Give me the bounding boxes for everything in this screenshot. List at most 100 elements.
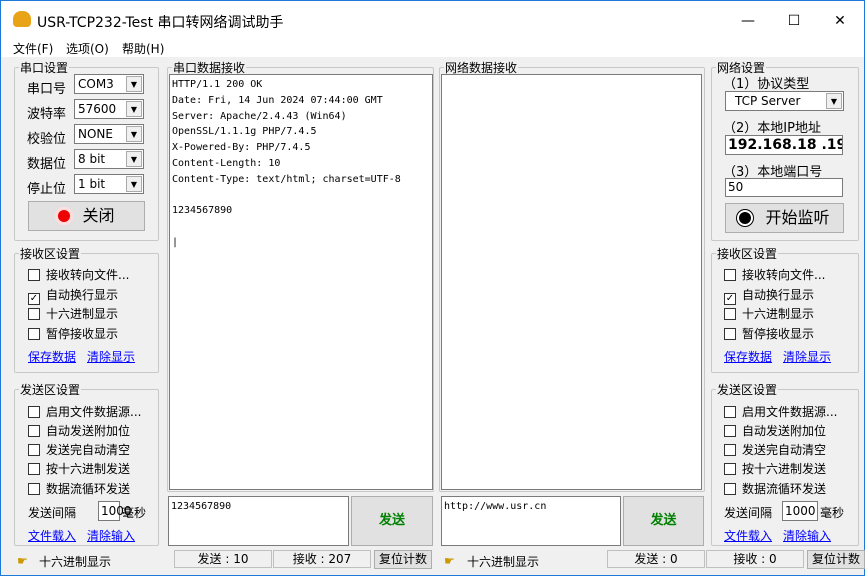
checkbox-pause-recv[interactable]: 暂停接收显示 <box>724 325 814 342</box>
checkbox-hex-display[interactable]: 十六进制显示 <box>724 305 814 322</box>
serial-send-input[interactable]: 1234567890 <box>168 496 349 546</box>
checkbox-hex-send[interactable]: 按十六进制发送 <box>28 460 130 477</box>
interval-label: 发送间隔 <box>28 506 77 520</box>
close-port-label: 关闭 <box>82 206 115 225</box>
menu-file[interactable]: 文件(F) <box>13 40 53 57</box>
ip-label: （2）本地IP地址 <box>723 121 821 136</box>
net-recv-textarea[interactable] <box>441 74 702 490</box>
hand-pointer-icon: ☛ <box>444 554 455 568</box>
checkbox-auto-wrap[interactable]: ✓ 自动换行显示 <box>724 286 814 305</box>
checkbox-hex-send[interactable]: 按十六进制发送 <box>724 460 826 477</box>
net-send-button[interactable]: 发送 <box>623 496 704 546</box>
checkbox-icon <box>28 425 40 437</box>
checkbox-label: 自动换行显示 <box>46 288 119 302</box>
checkbox-label: 自动换行显示 <box>742 288 815 302</box>
start-listen-button[interactable]: 开始监听 <box>725 203 844 233</box>
checkbox-icon <box>28 463 40 475</box>
protocol-select[interactable]: TCP Server ▼ <box>725 91 844 111</box>
port-value: COM3 <box>78 77 114 91</box>
checkbox-file-source[interactable]: 启用文件数据源... <box>28 403 141 420</box>
clear-input-link[interactable]: 清除输入 <box>87 527 135 544</box>
checkbox-label: 数据流循环发送 <box>46 482 131 496</box>
local-port-input[interactable]: 50 <box>725 178 843 197</box>
checkbox-recv-to-file[interactable]: 接收转向文件... <box>724 266 825 283</box>
databits-value: 8 bit <box>78 152 106 166</box>
left-hex-display-toggle[interactable]: 十六进制显示 <box>39 553 111 570</box>
checkbox-icon <box>724 444 736 456</box>
file-load-link[interactable]: 文件载入 <box>28 527 76 544</box>
checkbox-auto-append[interactable]: 自动发送附加位 <box>724 422 826 439</box>
window-title: USR-TCP232-Test 串口转网络调试助手 <box>37 15 284 31</box>
hand-pointer-icon: ☛ <box>17 554 28 568</box>
checkbox-loop-send[interactable]: 数据流循环发送 <box>28 480 130 497</box>
checkmark-icon: ✓ <box>724 293 736 305</box>
checkbox-auto-append[interactable]: 自动发送附加位 <box>28 422 130 439</box>
checkbox-label: 接收转向文件... <box>46 268 130 282</box>
baud-select[interactable]: 57600 ▼ <box>74 99 144 119</box>
checkbox-label: 十六进制显示 <box>46 307 119 321</box>
parity-select[interactable]: NONE ▼ <box>74 124 144 144</box>
clear-display-link[interactable]: 清除显示 <box>783 348 831 365</box>
left-recv-count: 接收 : 207 <box>273 550 371 568</box>
checkbox-icon <box>724 406 736 418</box>
serial-send-button[interactable]: 发送 <box>351 496 433 546</box>
clear-display-link[interactable]: 清除显示 <box>87 348 135 365</box>
group-title: 发送区设置 <box>20 383 81 397</box>
start-listen-label: 开始监听 <box>765 208 830 227</box>
checkbox-label: 接收转向文件... <box>742 268 826 282</box>
checkbox-icon <box>28 308 40 320</box>
checkbox-label: 按十六进制发送 <box>46 462 131 476</box>
checkmark-icon: ✓ <box>28 293 40 305</box>
interval-input[interactable]: 1000 <box>98 501 132 521</box>
interval-input[interactable]: 1000 <box>782 501 818 521</box>
checkbox-label: 发送完自动清空 <box>46 443 131 457</box>
databits-select[interactable]: 8 bit ▼ <box>74 149 144 169</box>
parity-label: 校验位 <box>27 132 67 147</box>
databits-label: 数据位 <box>27 157 67 172</box>
right-hex-display-toggle[interactable]: 十六进制显示 <box>467 553 539 570</box>
checkbox-file-source[interactable]: 启用文件数据源... <box>724 403 837 420</box>
checkbox-auto-wrap[interactable]: ✓ 自动换行显示 <box>28 286 118 305</box>
chevron-down-icon: ▼ <box>126 76 142 92</box>
menu-options[interactable]: 选项(O) <box>66 40 109 57</box>
checkbox-label: 十六进制显示 <box>742 307 815 321</box>
serial-recv-textarea[interactable]: HTTP/1.1 200 OK Date: Fri, 14 Jun 2024 0… <box>169 74 433 490</box>
save-data-link[interactable]: 保存数据 <box>724 348 772 365</box>
minimize-button[interactable]: — <box>725 7 771 35</box>
ip-input[interactable]: 192.168.18 .193 <box>725 135 843 155</box>
chevron-down-icon: ▼ <box>126 101 142 117</box>
menu-help[interactable]: 帮助(H) <box>122 40 164 57</box>
parity-value: NONE <box>78 127 113 141</box>
checkbox-auto-clear[interactable]: 发送完自动清空 <box>724 441 826 458</box>
checkbox-loop-send[interactable]: 数据流循环发送 <box>724 480 826 497</box>
checkbox-recv-to-file[interactable]: 接收转向文件... <box>28 266 129 283</box>
close-button[interactable]: ✕ <box>817 7 863 35</box>
group-title: 发送区设置 <box>717 383 778 397</box>
port-select[interactable]: COM3 ▼ <box>74 74 144 94</box>
checkbox-label: 按十六进制发送 <box>742 462 827 476</box>
checkbox-hex-display[interactable]: 十六进制显示 <box>28 305 118 322</box>
checkbox-icon <box>28 328 40 340</box>
protocol-label: （1）协议类型 <box>723 77 810 92</box>
stopbits-select[interactable]: 1 bit ▼ <box>74 174 144 194</box>
left-sent-count: 发送 : 10 <box>174 550 272 568</box>
checkbox-icon <box>28 444 40 456</box>
right-sent-count: 发送 : 0 <box>607 550 705 568</box>
left-reset-count-button[interactable]: 复位计数 <box>374 550 432 569</box>
protocol-value: TCP Server <box>735 94 801 108</box>
close-port-button[interactable]: 关闭 <box>28 201 145 231</box>
file-load-link[interactable]: 文件载入 <box>724 527 772 544</box>
checkbox-icon <box>28 269 40 281</box>
interval-unit: 毫秒 <box>122 506 147 520</box>
net-send-input[interactable]: http://www.usr.cn <box>441 496 621 546</box>
checkbox-label: 发送完自动清空 <box>742 443 827 457</box>
app-logo-icon <box>13 11 31 27</box>
checkbox-label: 自动发送附加位 <box>46 424 131 438</box>
checkbox-icon <box>724 328 736 340</box>
maximize-button[interactable]: ☐ <box>771 7 817 35</box>
right-reset-count-button[interactable]: 复位计数 <box>807 550 865 569</box>
clear-input-link[interactable]: 清除输入 <box>783 527 831 544</box>
save-data-link[interactable]: 保存数据 <box>28 348 76 365</box>
checkbox-pause-recv[interactable]: 暂停接收显示 <box>28 325 118 342</box>
checkbox-auto-clear[interactable]: 发送完自动清空 <box>28 441 130 458</box>
